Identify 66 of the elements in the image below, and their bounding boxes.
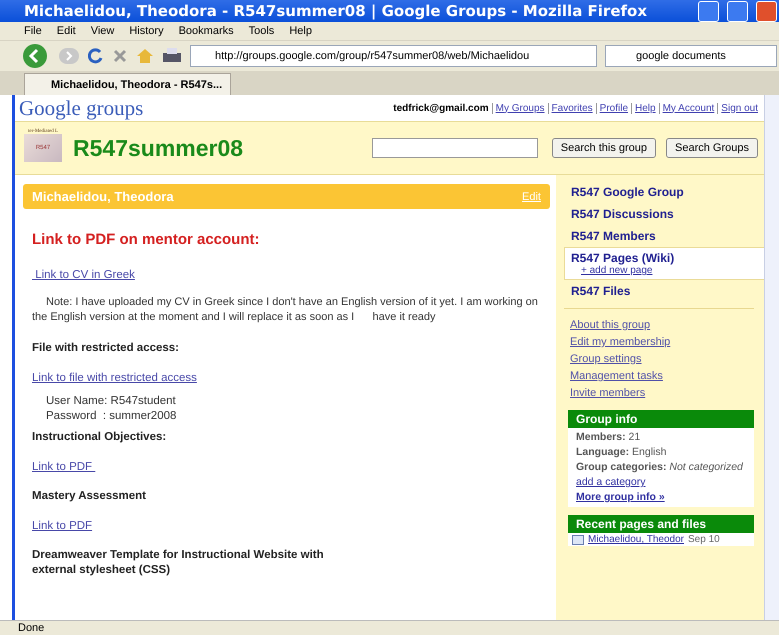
recent-date: Sep 10 [688, 534, 720, 545]
search-button[interactable]: Search this group [552, 138, 656, 158]
menu-item[interactable]: View [90, 25, 114, 37]
link[interactable]: Link to PDF [32, 461, 96, 473]
sidebar-nav-item[interactable]: R547 Pages (Wiki) + add new page [564, 247, 764, 280]
link[interactable]: Link to file with restricted access [32, 372, 197, 384]
sidebar-nav-item[interactable]: R547 Members [564, 225, 764, 247]
address-field[interactable]: http://groups.google.com/group/r547summer08/web/Michaelidou [190, 45, 597, 67]
window-title: Michaelidou, Theodora - R547summer08 | Google Groups - Mozilla Firefox [24, 2, 648, 20]
credential-line: Password : summer2008 [45, 409, 178, 424]
sidebar-link[interactable]: Edit my membership [570, 336, 670, 348]
menu-item[interactable]: File [24, 25, 42, 37]
account-email: tedfrick@gmail.com [393, 102, 489, 114]
google-groups-logo[interactable]: Google groups [19, 96, 144, 120]
add-page-link[interactable]: + add new page [571, 265, 758, 276]
sidebar-link[interactable]: About this group [570, 319, 650, 331]
header-link[interactable]: Sign out [717, 102, 758, 114]
page-title: Michaelidou, Theodora [32, 189, 174, 204]
search-field[interactable]: google documents [605, 45, 777, 67]
note-paragraph: Note: I have uploaded my CV in Greek since I don't have an English version of it yet. I am working on the English version at the moment and I will replace it as soon as I have it ready [32, 295, 539, 325]
minimize-button[interactable] [698, 0, 719, 22]
sidebar-nav-item[interactable]: R547 Google Group [564, 181, 764, 203]
scrollbar[interactable] [764, 95, 779, 620]
link[interactable]: Link to CV in Greek [32, 269, 135, 281]
sidebar-link[interactable]: Management tasks [570, 370, 663, 382]
bold-label: Dreamweaver Template for Instructional Website with external stylesheet (CSS) [32, 548, 325, 578]
menu-item[interactable]: Bookmarks [178, 25, 234, 37]
menu-item[interactable]: Tools [248, 25, 274, 37]
maximize-button[interactable] [727, 0, 748, 22]
sidebar-nav-item[interactable]: R547 Discussions [564, 203, 764, 225]
info-row-text: Language: English [576, 446, 668, 458]
sidebar-nav-item[interactable]: R547 Files [564, 280, 764, 302]
link[interactable]: Link to PDF [32, 520, 92, 532]
header-link[interactable]: Help [631, 102, 656, 114]
close-button[interactable] [756, 0, 777, 22]
header-link[interactable]: My Account [658, 102, 714, 114]
header-link[interactable]: Profile [596, 102, 628, 114]
info-row-text: Members: 21 [576, 431, 642, 443]
search-button[interactable]: Search Groups [666, 138, 758, 158]
print-icon[interactable] [162, 47, 182, 65]
status-text: Done [18, 622, 44, 634]
sidebar-link[interactable]: Group settings [570, 353, 642, 365]
bold-label: Mastery Assessment [32, 489, 147, 504]
credential-line: User Name: R547student [45, 394, 177, 409]
search-input[interactable] [372, 138, 538, 158]
stop-icon[interactable] [112, 48, 128, 64]
panel-heading: Recent pages and files [568, 515, 754, 533]
sidebar-link[interactable]: Invite members [570, 387, 646, 399]
more-info-link[interactable]: More group info » [576, 491, 665, 503]
bold-label: Instructional Objectives: [32, 430, 168, 445]
add-category-link[interactable]: add a category [576, 476, 646, 488]
page-icon [572, 534, 584, 544]
browser-tab[interactable]: Michaelidou, Theodora - R547s... [24, 73, 232, 95]
bold-label: File with restricted access: [32, 341, 180, 356]
info-row-text: Group categories: Not categorized [576, 461, 744, 473]
recent-page-link[interactable]: Michaelidou, Theodor [588, 534, 684, 545]
panel-heading: Group info [568, 410, 754, 428]
back-icon[interactable] [22, 43, 50, 69]
menu-item[interactable]: Edit [56, 25, 76, 37]
section-heading: Link to PDF on mentor account: [32, 231, 260, 248]
header-link[interactable]: Favorites [548, 102, 593, 114]
menu-item[interactable]: Help [289, 25, 312, 37]
reload-icon[interactable] [88, 48, 104, 64]
header-link[interactable]: My Groups [492, 102, 545, 114]
menu-item[interactable]: History [129, 25, 164, 37]
group-name[interactable]: R547summer08 [73, 134, 362, 162]
